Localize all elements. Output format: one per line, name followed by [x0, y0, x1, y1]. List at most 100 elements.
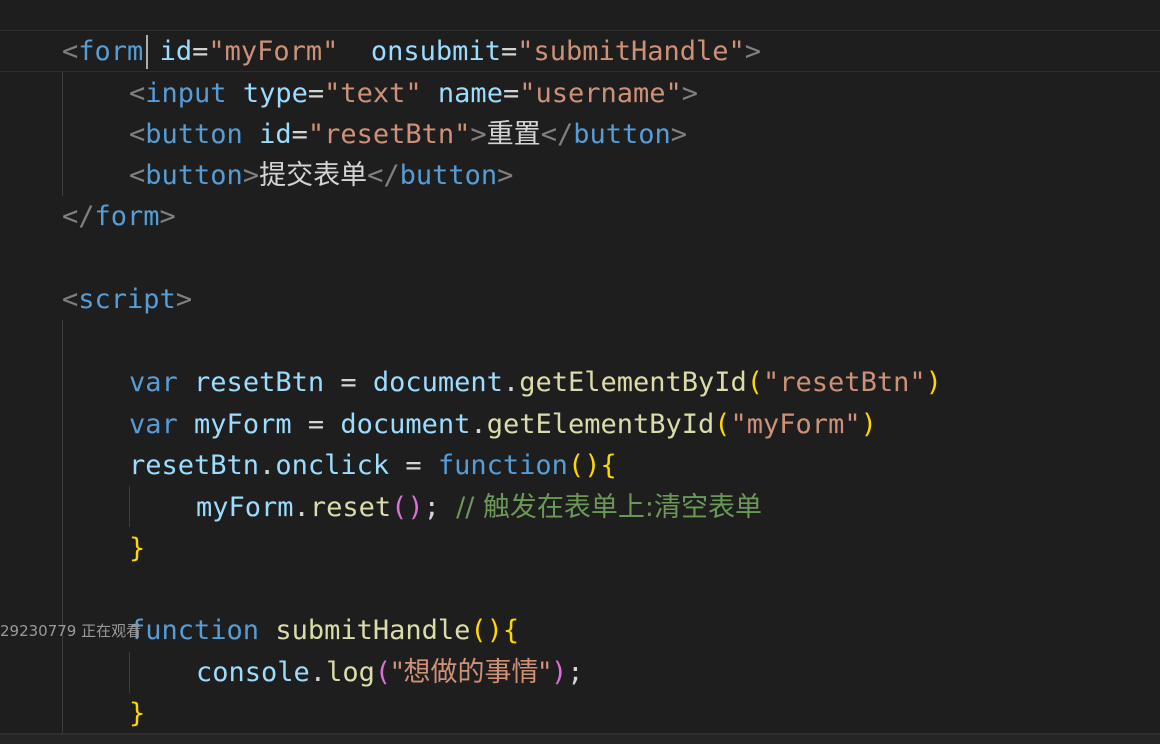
paren: (: [714, 409, 731, 440]
code-line-script-open[interactable]: <script>: [62, 279, 192, 320]
equals-sign: =: [192, 36, 209, 67]
code-line-console-log[interactable]: console.log("想做的事情");: [196, 652, 583, 693]
paren: (: [374, 657, 392, 688]
variable-name: resetBtn: [194, 367, 325, 398]
tag-name: button: [573, 119, 671, 150]
code-line-close-brace[interactable]: }: [129, 528, 145, 569]
indent-guide-onclick: [129, 486, 130, 527]
indent-guide-form: [62, 72, 63, 196]
semicolon: ;: [567, 657, 584, 688]
attr-value: "resetBtn": [307, 119, 471, 150]
code-line-form-open[interactable]: <form id="myForm" onsubmit="submitHandle…: [62, 31, 761, 72]
paren: ): [925, 367, 942, 398]
tag-bracket: </: [62, 201, 95, 232]
function-name: submitHandle: [275, 615, 471, 646]
code-line-reset-button[interactable]: <button id="resetBtn">重置</button>: [129, 114, 687, 155]
operator: =: [291, 409, 341, 440]
tag-name: button: [399, 160, 498, 191]
paren: (: [746, 367, 764, 398]
code-line-var-form[interactable]: var myForm = document.getElementById("my…: [129, 404, 877, 445]
attr-name: id: [259, 119, 292, 150]
attr-name: onsubmit: [370, 36, 501, 67]
code-line-reset-call[interactable]: myForm.reset(); // 触发在表单上:清空表单: [196, 487, 762, 528]
keyword: var: [129, 409, 178, 440]
semicolon: ;: [423, 492, 440, 523]
tag-bracket: <: [129, 119, 146, 150]
brace: }: [129, 698, 146, 729]
code-line-input[interactable]: <input type="text" name="username">: [129, 73, 698, 114]
text-cursor: [146, 35, 148, 69]
attr-value: "username": [519, 78, 682, 109]
property-name: onclick: [275, 450, 390, 481]
keyword: var: [129, 367, 178, 398]
comment: // 触发在表单上:清空表单: [456, 492, 763, 523]
brace: {: [502, 615, 520, 646]
tag-text: 提交表单: [259, 160, 368, 191]
tag-name: button: [145, 160, 243, 191]
code-line-close-brace-2[interactable]: }: [129, 693, 145, 734]
method-name: getElementById: [519, 367, 747, 398]
code-line-var-reset[interactable]: var resetBtn = document.getElementById("…: [129, 362, 942, 403]
string-arg: "想做的事情": [391, 657, 551, 688]
operator: =: [324, 367, 373, 398]
equals-sign: =: [500, 36, 518, 67]
tag-bracket: <: [129, 78, 146, 109]
tag-bracket: >: [681, 78, 699, 109]
tag-name: script: [78, 284, 176, 315]
string-arg: "resetBtn": [763, 367, 926, 398]
tag-bracket: >: [497, 160, 514, 191]
variable-name: myForm: [194, 409, 292, 440]
horizontal-scrollbar[interactable]: [0, 733, 1160, 744]
dot: .: [259, 450, 276, 481]
tag-bracket: >: [744, 36, 762, 67]
dot: .: [502, 367, 520, 398]
tag-bracket: </: [540, 119, 574, 150]
code-editor[interactable]: <form id="myForm" onsubmit="submitHandle…: [0, 0, 1160, 744]
paren: ): [550, 657, 568, 688]
equals-sign: =: [502, 78, 520, 109]
keyword: function: [437, 450, 568, 481]
code-line-onclick[interactable]: resetBtn.onclick = function(){: [129, 445, 617, 486]
equals-sign: =: [307, 78, 325, 109]
keyword: function: [129, 615, 260, 646]
attr-value: "myForm": [208, 36, 339, 67]
attr-value: "submitHandle": [517, 36, 745, 67]
tag-text: 重置: [486, 119, 541, 150]
tag-bracket: >: [670, 119, 688, 150]
object-name: myForm: [196, 492, 294, 523]
code-line-form-close[interactable]: </form>: [62, 196, 176, 237]
method-name: reset: [309, 492, 392, 523]
dot: .: [470, 409, 487, 440]
attr-value: "text": [324, 78, 422, 109]
attr-name: type: [242, 78, 308, 109]
indent-guide-submit: [129, 652, 130, 693]
method-name: log: [326, 657, 375, 688]
operator: =: [389, 450, 438, 481]
attr-name: id: [159, 36, 193, 67]
attr-name: name: [437, 78, 503, 109]
string-arg: "myForm": [730, 409, 861, 440]
object-name: document: [340, 409, 471, 440]
paren: (): [391, 492, 424, 523]
method-name: getElementById: [486, 409, 715, 440]
tag-bracket: <: [62, 36, 79, 67]
indent-guide-script: [62, 320, 63, 740]
tag-bracket: >: [470, 119, 487, 150]
brace: {: [600, 450, 617, 481]
object-name: console: [196, 657, 310, 688]
object-name: resetBtn: [129, 450, 260, 481]
tag-bracket: >: [159, 201, 176, 232]
code-line-submit-button[interactable]: <button>提交表单</button>: [129, 155, 513, 196]
dot: .: [293, 492, 310, 523]
tag-bracket: <: [129, 160, 146, 191]
tag-bracket: <: [62, 284, 79, 315]
viewer-watermark: 29230779 正在观看: [0, 622, 142, 640]
code-line-fn-decl[interactable]: function submitHandle(){: [129, 610, 519, 651]
tag-name: form: [78, 36, 144, 67]
paren: (): [470, 615, 503, 646]
dot: .: [309, 657, 327, 688]
brace: }: [129, 533, 146, 564]
paren: ): [860, 409, 877, 440]
tag-name: form: [94, 201, 160, 232]
tag-bracket: >: [242, 160, 260, 191]
